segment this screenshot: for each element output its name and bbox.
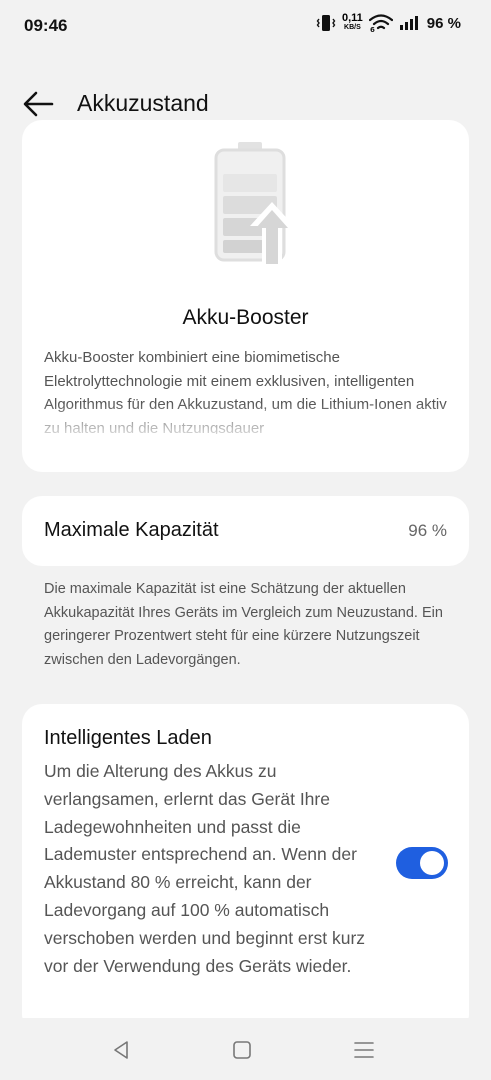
max-capacity-value: 96 % <box>408 521 447 540</box>
net-speed-unit: KB/S <box>344 24 361 31</box>
nav-home-button[interactable] <box>230 1038 254 1062</box>
arrow-left-icon <box>23 91 54 117</box>
svg-text:6: 6 <box>370 26 375 32</box>
booster-card: Akku-Booster Akku-Booster kombiniert ein… <box>22 120 469 472</box>
nav-back-button[interactable] <box>109 1038 133 1062</box>
booster-description: Akku-Booster kombiniert eine biomimetisc… <box>44 349 447 434</box>
back-button[interactable] <box>20 86 56 122</box>
status-icons: 0,11 KB/S 6 96 % <box>316 12 461 32</box>
back-triangle-icon <box>114 1041 128 1059</box>
home-square-icon <box>233 1041 251 1059</box>
smart-charging-description: Um die Alterung des Akkus zu verlangsame… <box>44 761 366 976</box>
vibrate-icon <box>316 15 336 31</box>
max-capacity-label: Maximale Kapazität <box>44 519 219 541</box>
net-speed: 0,11 KB/S <box>341 12 363 32</box>
battery-boost-icon <box>214 142 294 268</box>
net-speed-value: 0,11 <box>341 12 363 24</box>
nav-recents-button[interactable] <box>352 1038 376 1062</box>
battery-percent: 96 % <box>426 14 461 32</box>
wifi-6-icon: 6 <box>368 14 393 32</box>
status-time: 09:46 <box>24 16 68 35</box>
signal-icon <box>399 16 418 30</box>
smart-charging-card: Intelligentes Laden Um die Alterung des … <box>22 704 469 1034</box>
page-title: Akkuzustand <box>77 90 209 116</box>
navigation-bar <box>0 1018 491 1080</box>
max-capacity-row[interactable]: Maximale Kapazität 96 % <box>22 496 469 566</box>
booster-title: Akku-Booster <box>182 306 309 329</box>
recents-menu-icon <box>354 1042 374 1058</box>
status-bar: 09:46 0,11 KB/S 6 96 % <box>0 0 491 56</box>
smart-charging-title: Intelligentes Laden <box>44 727 212 749</box>
toggle-knob <box>420 851 444 875</box>
smart-charging-toggle[interactable] <box>396 847 448 879</box>
max-capacity-note: Die maximale Kapazität ist eine Schätzun… <box>44 581 443 668</box>
